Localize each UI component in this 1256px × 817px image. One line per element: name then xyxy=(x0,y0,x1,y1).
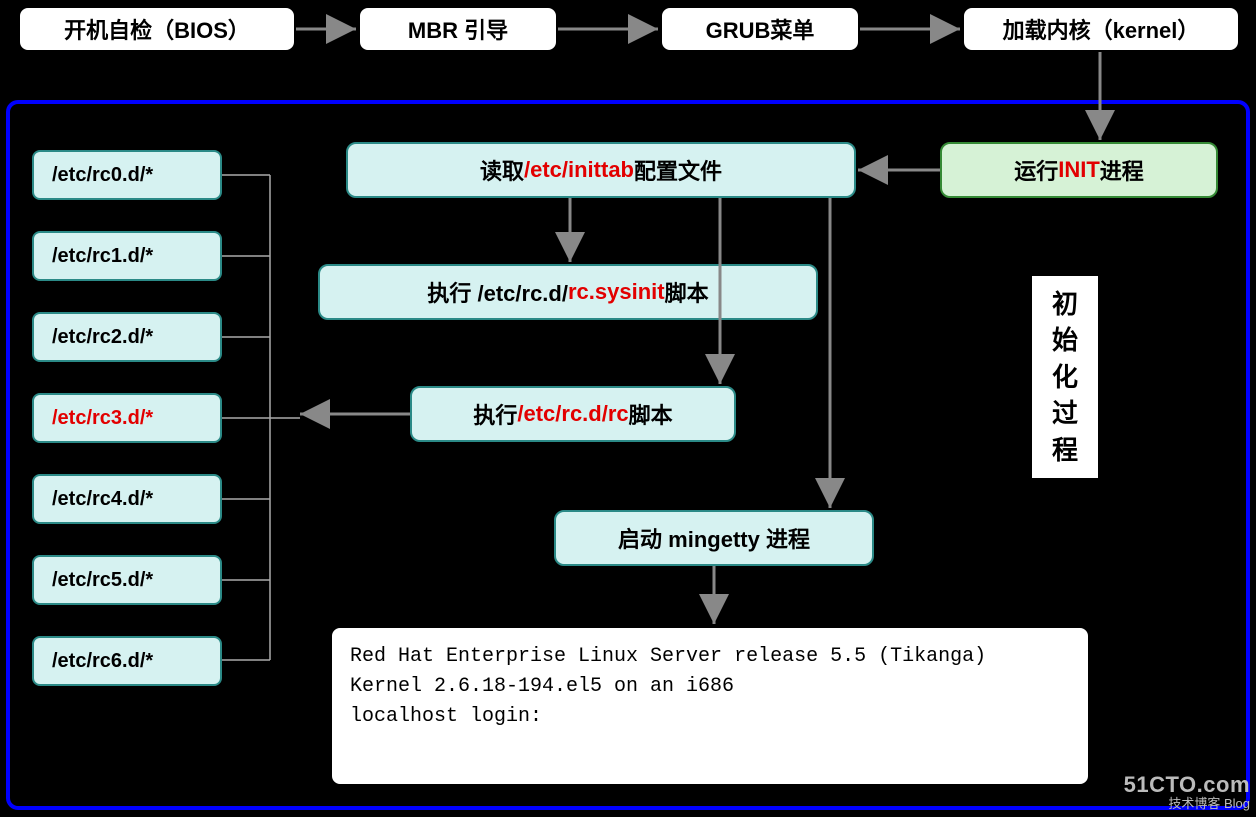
rc-level-4: /etc/rc4.d/* xyxy=(32,474,222,524)
watermark-small: 技术博客 Blog xyxy=(1124,797,1250,811)
rc-script-box: 执行 /etc/rc.d/rc 脚本 xyxy=(410,386,736,442)
rc-level-2: /etc/rc2.d/* xyxy=(32,312,222,362)
terminal-line1: Red Hat Enterprise Linux Server release … xyxy=(350,642,1070,672)
side-label-text: 初始化过程 xyxy=(1044,286,1086,468)
rc-level-label-3: /etc/rc3.d/* xyxy=(52,407,153,430)
rc-level-label-5: /etc/rc5.d/* xyxy=(52,569,153,592)
kernel-label: 加载内核（kernel） xyxy=(1003,13,1200,45)
terminal-box: Red Hat Enterprise Linux Server release … xyxy=(330,626,1090,786)
rc-level-label-2: /etc/rc2.d/* xyxy=(52,326,153,349)
bios-label: 开机自检（BIOS） xyxy=(64,13,250,45)
rc-suffix: 脚本 xyxy=(629,398,673,430)
rc-level-3: /etc/rc3.d/* xyxy=(32,393,222,443)
rc-level-label-4: /etc/rc4.d/* xyxy=(52,488,153,511)
bios-box: 开机自检（BIOS） xyxy=(18,6,296,52)
watermark-big: 51CTO.com xyxy=(1124,773,1250,797)
inittab-suffix: 配置文件 xyxy=(634,154,722,186)
grub-box: GRUB菜单 xyxy=(660,6,860,52)
rc-level-label-0: /etc/rc0.d/* xyxy=(52,164,153,187)
mbr-label: MBR 引导 xyxy=(408,13,508,45)
sysinit-box: 执行 /etc/rc.d/ rc.sysinit 脚本 xyxy=(318,264,818,320)
grub-label: GRUB菜单 xyxy=(706,13,815,45)
init-box: 运行 INIT 进程 xyxy=(940,142,1218,198)
rc-level-1: /etc/rc1.d/* xyxy=(32,231,222,281)
mbr-box: MBR 引导 xyxy=(358,6,558,52)
rc-highlight: /etc/rc.d/rc xyxy=(517,401,628,427)
mingetty-label: 启动 mingetty 进程 xyxy=(618,522,810,554)
inittab-prefix: 读取 xyxy=(480,154,524,186)
rc-level-label-6: /etc/rc6.d/* xyxy=(52,650,153,673)
init-suffix: 进程 xyxy=(1100,154,1144,186)
rc-level-5: /etc/rc5.d/* xyxy=(32,555,222,605)
inittab-highlight: /etc/inittab xyxy=(524,157,634,183)
terminal-line4: localhost login: xyxy=(350,702,1070,732)
sysinit-suffix: 脚本 xyxy=(665,276,709,308)
sysinit-highlight: rc.sysinit xyxy=(568,279,665,305)
sysinit-prefix: 执行 /etc/rc.d/ xyxy=(427,276,568,308)
init-highlight: INIT xyxy=(1058,157,1100,183)
rc-level-6: /etc/rc6.d/* xyxy=(32,636,222,686)
mingetty-box: 启动 mingetty 进程 xyxy=(554,510,874,566)
rc-prefix: 执行 xyxy=(473,398,517,430)
terminal-line2: Kernel 2.6.18-194.el5 on an i686 xyxy=(350,672,1070,702)
init-prefix: 运行 xyxy=(1014,154,1058,186)
rc-level-label-1: /etc/rc1.d/* xyxy=(52,245,153,268)
inittab-box: 读取 /etc/inittab 配置文件 xyxy=(346,142,856,198)
rc-level-0: /etc/rc0.d/* xyxy=(32,150,222,200)
side-label: 初始化过程 xyxy=(1032,276,1098,478)
watermark: 51CTO.com 技术博客 Blog xyxy=(1124,773,1250,811)
kernel-box: 加载内核（kernel） xyxy=(962,6,1240,52)
